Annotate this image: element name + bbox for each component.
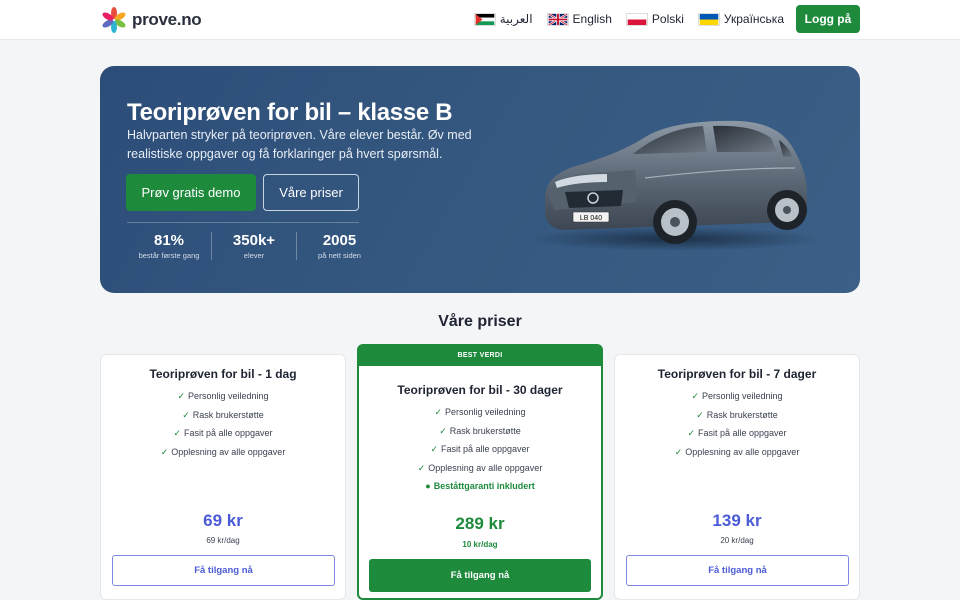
plan-price: 69 kr [203, 511, 243, 530]
check-icon: ✓ [434, 407, 442, 417]
feature-label: Fasit på alle oppgaver [697, 428, 787, 438]
plan-title: Teoriprøven for bil - 1 dag [149, 367, 297, 381]
top-navigation-bar: prove.no العربية English Polski Українсь… [0, 0, 960, 40]
logo[interactable]: prove.no [100, 6, 202, 34]
feature-item-guarantee: ● Beståttgaranti inkludert [359, 481, 601, 500]
feature-label: Personlig veiledning [701, 391, 783, 401]
hero-subtitle: Halvparten stryker på teoriprøven. Våre … [127, 128, 472, 161]
check-icon: ✓ [417, 462, 426, 473]
plan-per-day: 10 kr/dag [462, 540, 498, 549]
feature-item: ✓ Opplesning av alle oppgaver [101, 447, 345, 466]
uk-flag-icon [546, 12, 569, 26]
feature-label: Personlig veiledning [444, 407, 526, 417]
lang-english[interactable]: English [546, 12, 612, 26]
lang-label: العربية [499, 12, 533, 26]
check-icon: ✓ [691, 391, 699, 401]
palestine-flag-icon [473, 12, 496, 26]
hero-divider [127, 222, 359, 223]
feature-label: Personlig veiledning [187, 391, 269, 401]
get-access-button[interactable]: Få tilgang nå [112, 555, 335, 586]
feature-label: Opplesning av alle oppgaver [171, 446, 286, 457]
plan-card-30-days: BEST VERDI Teoriprøven for bil - 30 dage… [357, 344, 603, 600]
feature-item: ✓ Fasit på alle oppgaver [359, 444, 601, 463]
feature-label: Rask brukerstøtte [706, 409, 778, 420]
feature-label: Rask brukerstøtte [449, 425, 521, 436]
feature-label: Beståttgaranti inkludert [433, 481, 535, 491]
check-icon: ✓ [439, 425, 447, 436]
stat-value: 2005 [322, 232, 357, 249]
stat-label: på nett siden [318, 251, 361, 260]
license-plate-text: LB 040 [580, 215, 602, 222]
ukraine-flag-icon [697, 12, 720, 26]
language-switcher: العربية English Polski Українська [473, 12, 784, 26]
plan-title: Teoriprøven for bil - 30 dager [397, 383, 563, 397]
poland-flag-icon [625, 12, 648, 26]
feature-label: Rask brukerstøtte [192, 409, 264, 420]
check-icon: ✓ [687, 428, 695, 438]
plan-card-7-days: Teoriprøven for bil - 7 dager ✓ Personlig… [614, 354, 860, 600]
our-prices-button[interactable]: Våre priser [263, 174, 359, 211]
plan-per-day: 20 kr/dag [720, 536, 754, 545]
stat-pass-rate: 81% består første gang [127, 232, 212, 260]
plan-features: ✓ Personlig veiledning ✓ Rask brukerstøtte… [101, 391, 345, 465]
login-button[interactable]: Logg på [796, 5, 860, 33]
check-circle-icon: ● [425, 481, 431, 491]
check-icon: ✓ [674, 446, 683, 457]
hero-title: Teoriprøven for bil – klasse B [127, 99, 453, 126]
stat-students: 350k+ elever [212, 232, 297, 260]
feature-item: ✓ Personlig veiledning [359, 407, 601, 426]
car-image: LB 040 [530, 120, 820, 251]
hero-banner: Teoriprøven for bil – klasse B Halvparte… [100, 66, 860, 293]
feature-item: ✓ Fasit på alle oppgaver [615, 428, 859, 447]
stat-label: består første gang [138, 251, 200, 260]
plan-per-day: 69 kr/dag [206, 536, 240, 545]
feature-label: Opplesning av alle oppgaver [428, 462, 543, 473]
plan-features: ✓ Personlig veiledning ✓ Rask brukerstøtte… [615, 391, 859, 465]
logo-text: prove.no [132, 10, 202, 29]
feature-item: ✓ Personlig veiledning [615, 391, 859, 410]
best-value-badge: BEST VERDI [359, 346, 601, 366]
plan-title: Teoriprøven for bil - 7 dager [657, 367, 817, 381]
feature-item: ✓ Personlig veiledning [101, 391, 345, 410]
feature-item: ✓ Rask brukerstøtte [615, 410, 859, 429]
feature-item: ✓ Fasit på alle oppgaver [101, 428, 345, 447]
check-icon: ✓ [173, 428, 181, 438]
get-access-button[interactable]: Få tilgang nå [626, 555, 849, 586]
stat-online-since: 2005 på nett siden [297, 232, 382, 260]
feature-item: ✓ Rask brukerstøtte [359, 426, 601, 445]
plan-price: 139 kr [712, 511, 762, 530]
feature-label: Opplesning av alle oppgaver [685, 446, 800, 457]
stat-label: elever [243, 251, 265, 260]
lang-label: English [572, 12, 612, 26]
check-icon: ✓ [177, 391, 185, 401]
lang-ukrainian[interactable]: Українська [697, 12, 784, 26]
check-icon: ✓ [182, 409, 190, 420]
get-access-button[interactable]: Få tilgang nå [369, 559, 591, 592]
lang-arabic[interactable]: العربية [473, 12, 533, 26]
stat-value: 81% [153, 232, 185, 249]
lang-label: Polski [651, 12, 684, 26]
feature-label: Fasit på alle oppgaver [183, 428, 273, 438]
check-icon: ✓ [696, 409, 704, 420]
hero-stats: 81% består første gang 350k+ elever 2005… [127, 232, 382, 260]
prove-logo-icon [102, 7, 126, 33]
feature-item: ✓ Opplesning av alle oppgaver [615, 447, 859, 466]
plan-features: ✓ Personlig veiledning ✓ Rask brukerstøtte… [359, 407, 601, 500]
feature-item: ✓ Rask brukerstøtte [101, 410, 345, 429]
check-icon: ✓ [160, 446, 169, 457]
stat-value: 350k+ [232, 232, 276, 249]
plan-card-1-day: Teoriprøven for bil - 1 dag ✓ Personlig v… [100, 354, 346, 600]
free-demo-button[interactable]: Prøv gratis demo [126, 174, 256, 211]
feature-item: ✓ Opplesning av alle oppgaver [359, 463, 601, 482]
lang-label: Українська [723, 12, 784, 26]
feature-label: Fasit på alle oppgaver [440, 444, 530, 454]
plan-price: 289 kr [455, 514, 505, 533]
check-icon: ✓ [430, 444, 438, 454]
lang-polish[interactable]: Polski [625, 12, 684, 26]
pricing-section-title: Våre priser [438, 313, 522, 330]
